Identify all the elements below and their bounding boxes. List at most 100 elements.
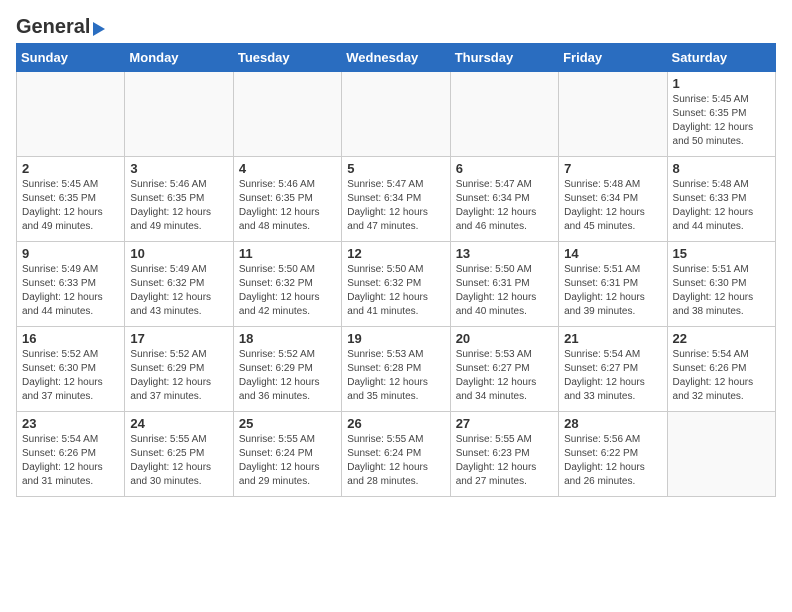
day-number: 28 bbox=[564, 416, 661, 431]
calendar-day: 1 Sunrise: 5:45 AM Sunset: 6:35 PM Daylig… bbox=[667, 72, 775, 157]
calendar-day: 13 Sunrise: 5:50 AM Sunset: 6:31 PM Dayli… bbox=[450, 242, 558, 327]
calendar-day: 27 Sunrise: 5:55 AM Sunset: 6:23 PM Dayli… bbox=[450, 412, 558, 497]
day-number: 25 bbox=[239, 416, 336, 431]
calendar-day: 8 Sunrise: 5:48 AM Sunset: 6:33 PM Daylig… bbox=[667, 157, 775, 242]
day-number: 18 bbox=[239, 331, 336, 346]
day-header-monday: Monday bbox=[125, 44, 233, 72]
calendar-day: 21 Sunrise: 5:54 AM Sunset: 6:27 PM Dayli… bbox=[559, 327, 667, 412]
day-info: Sunrise: 5:56 AM Sunset: 6:22 PM Dayligh… bbox=[564, 433, 661, 489]
day-number: 24 bbox=[130, 416, 227, 431]
calendar-day: 16 Sunrise: 5:52 AM Sunset: 6:30 PM Dayli… bbox=[17, 327, 125, 412]
day-info: Sunrise: 5:54 AM Sunset: 6:27 PM Dayligh… bbox=[564, 348, 661, 404]
day-info: Sunrise: 5:49 AM Sunset: 6:32 PM Dayligh… bbox=[130, 263, 227, 319]
day-number: 5 bbox=[347, 161, 444, 176]
logo-general: General bbox=[16, 16, 90, 39]
calendar-day bbox=[667, 412, 775, 497]
day-number: 27 bbox=[456, 416, 553, 431]
calendar-day: 23 Sunrise: 5:54 AM Sunset: 6:26 PM Dayli… bbox=[17, 412, 125, 497]
day-number: 9 bbox=[22, 246, 119, 261]
day-number: 13 bbox=[456, 246, 553, 261]
calendar-day: 4Sunrise: 5:46 AM Sunset: 6:35 PM Daylig… bbox=[233, 157, 341, 242]
day-header-tuesday: Tuesday bbox=[233, 44, 341, 72]
calendar-day: 11 Sunrise: 5:50 AM Sunset: 6:32 PM Dayli… bbox=[233, 242, 341, 327]
day-number: 22 bbox=[673, 331, 770, 346]
day-number: 16 bbox=[22, 331, 119, 346]
day-header-friday: Friday bbox=[559, 44, 667, 72]
calendar-day bbox=[559, 72, 667, 157]
day-info: Sunrise: 5:52 AM Sunset: 6:29 PM Dayligh… bbox=[130, 348, 227, 404]
day-number: 23 bbox=[22, 416, 119, 431]
calendar-day: 14 Sunrise: 5:51 AM Sunset: 6:31 PM Dayli… bbox=[559, 242, 667, 327]
calendar-day: 19 Sunrise: 5:53 AM Sunset: 6:28 PM Dayli… bbox=[342, 327, 450, 412]
day-number: 17 bbox=[130, 331, 227, 346]
day-number: 2 bbox=[22, 161, 119, 176]
calendar-week-4: 16 Sunrise: 5:52 AM Sunset: 6:30 PM Dayli… bbox=[17, 327, 776, 412]
calendar-day: 3 Sunrise: 5:46 AM Sunset: 6:35 PM Daylig… bbox=[125, 157, 233, 242]
day-number: 26 bbox=[347, 416, 444, 431]
day-info: Sunrise: 5:55 AM Sunset: 6:25 PM Dayligh… bbox=[130, 433, 227, 489]
calendar-day: 2 Sunrise: 5:45 AM Sunset: 6:35 PM Daylig… bbox=[17, 157, 125, 242]
day-info: Sunrise: 5:53 AM Sunset: 6:28 PM Dayligh… bbox=[347, 348, 444, 404]
calendar-day: 17 Sunrise: 5:52 AM Sunset: 6:29 PM Dayli… bbox=[125, 327, 233, 412]
day-info: Sunrise: 5:55 AM Sunset: 6:24 PM Dayligh… bbox=[239, 433, 336, 489]
calendar-day bbox=[125, 72, 233, 157]
day-info: Sunrise: 5:55 AM Sunset: 6:23 PM Dayligh… bbox=[456, 433, 553, 489]
calendar-day: 15 Sunrise: 5:51 AM Sunset: 6:30 PM Dayli… bbox=[667, 242, 775, 327]
calendar-header-row: SundayMondayTuesdayWednesdayThursdayFrid… bbox=[17, 44, 776, 72]
day-number: 12 bbox=[347, 246, 444, 261]
day-info: Sunrise: 5:48 AM Sunset: 6:33 PM Dayligh… bbox=[673, 178, 770, 234]
calendar-day: 25 Sunrise: 5:55 AM Sunset: 6:24 PM Dayli… bbox=[233, 412, 341, 497]
day-number: 8 bbox=[673, 161, 770, 176]
calendar-day: 28 Sunrise: 5:56 AM Sunset: 6:22 PM Dayli… bbox=[559, 412, 667, 497]
calendar-day: 26 Sunrise: 5:55 AM Sunset: 6:24 PM Dayli… bbox=[342, 412, 450, 497]
calendar-week-3: 9 Sunrise: 5:49 AM Sunset: 6:33 PM Daylig… bbox=[17, 242, 776, 327]
day-info: Sunrise: 5:52 AM Sunset: 6:29 PM Dayligh… bbox=[239, 348, 336, 404]
day-number: 7 bbox=[564, 161, 661, 176]
calendar-week-2: 2 Sunrise: 5:45 AM Sunset: 6:35 PM Daylig… bbox=[17, 157, 776, 242]
page-header: General bbox=[16, 16, 776, 35]
day-number: 14 bbox=[564, 246, 661, 261]
day-info: Sunrise: 5:50 AM Sunset: 6:32 PM Dayligh… bbox=[347, 263, 444, 319]
day-number: 3 bbox=[130, 161, 227, 176]
day-number: 10 bbox=[130, 246, 227, 261]
day-info: Sunrise: 5:49 AM Sunset: 6:33 PM Dayligh… bbox=[22, 263, 119, 319]
day-info: Sunrise: 5:47 AM Sunset: 6:34 PM Dayligh… bbox=[456, 178, 553, 234]
calendar-day bbox=[233, 72, 341, 157]
day-number: 19 bbox=[347, 331, 444, 346]
day-info: Sunrise: 5:46 AM Sunset: 6:35 PM Dayligh… bbox=[130, 178, 227, 234]
calendar-day: 22 Sunrise: 5:54 AM Sunset: 6:26 PM Dayli… bbox=[667, 327, 775, 412]
day-info: Sunrise: 5:45 AM Sunset: 6:35 PM Dayligh… bbox=[673, 93, 770, 149]
day-info: Sunrise: 5:54 AM Sunset: 6:26 PM Dayligh… bbox=[673, 348, 770, 404]
calendar-day: 24 Sunrise: 5:55 AM Sunset: 6:25 PM Dayli… bbox=[125, 412, 233, 497]
day-info: Sunrise: 5:54 AM Sunset: 6:26 PM Dayligh… bbox=[22, 433, 119, 489]
logo-arrow-icon bbox=[93, 22, 105, 36]
calendar-day: 12 Sunrise: 5:50 AM Sunset: 6:32 PM Dayli… bbox=[342, 242, 450, 327]
calendar-week-5: 23 Sunrise: 5:54 AM Sunset: 6:26 PM Dayli… bbox=[17, 412, 776, 497]
calendar-week-1: 1 Sunrise: 5:45 AM Sunset: 6:35 PM Daylig… bbox=[17, 72, 776, 157]
day-number: 15 bbox=[673, 246, 770, 261]
day-info: Sunrise: 5:52 AM Sunset: 6:30 PM Dayligh… bbox=[22, 348, 119, 404]
day-header-wednesday: Wednesday bbox=[342, 44, 450, 72]
calendar-table: SundayMondayTuesdayWednesdayThursdayFrid… bbox=[16, 43, 776, 497]
day-header-saturday: Saturday bbox=[667, 44, 775, 72]
day-info: Sunrise: 5:55 AM Sunset: 6:24 PM Dayligh… bbox=[347, 433, 444, 489]
logo: General bbox=[16, 16, 105, 35]
day-number: 11 bbox=[239, 246, 336, 261]
day-number: 6 bbox=[456, 161, 553, 176]
day-info: Sunrise: 5:50 AM Sunset: 6:31 PM Dayligh… bbox=[456, 263, 553, 319]
day-info: Sunrise: 5:51 AM Sunset: 6:31 PM Dayligh… bbox=[564, 263, 661, 319]
calendar-day bbox=[342, 72, 450, 157]
day-info: Sunrise: 5:45 AM Sunset: 6:35 PM Dayligh… bbox=[22, 178, 119, 234]
day-info: Sunrise: 5:47 AM Sunset: 6:34 PM Dayligh… bbox=[347, 178, 444, 234]
day-info: Sunrise: 5:50 AM Sunset: 6:32 PM Dayligh… bbox=[239, 263, 336, 319]
day-number: 20 bbox=[456, 331, 553, 346]
day-info: Sunrise: 5:53 AM Sunset: 6:27 PM Dayligh… bbox=[456, 348, 553, 404]
calendar-day: 18 Sunrise: 5:52 AM Sunset: 6:29 PM Dayli… bbox=[233, 327, 341, 412]
day-info: Sunrise: 5:46 AM Sunset: 6:35 PM Dayligh… bbox=[239, 178, 336, 234]
calendar-day: 6 Sunrise: 5:47 AM Sunset: 6:34 PM Daylig… bbox=[450, 157, 558, 242]
day-number: 1 bbox=[673, 76, 770, 91]
day-header-thursday: Thursday bbox=[450, 44, 558, 72]
day-header-sunday: Sunday bbox=[17, 44, 125, 72]
day-info: Sunrise: 5:51 AM Sunset: 6:30 PM Dayligh… bbox=[673, 263, 770, 319]
day-number: 21 bbox=[564, 331, 661, 346]
